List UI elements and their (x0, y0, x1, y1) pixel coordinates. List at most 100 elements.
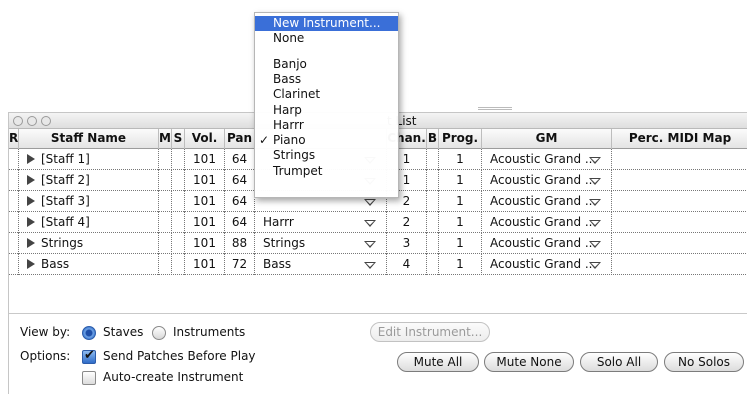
resize-grip[interactable] (478, 107, 512, 110)
cell-b[interactable] (427, 233, 439, 254)
menu-item[interactable]: Bass (255, 72, 398, 87)
cell-name: [Staff 2] (19, 170, 159, 191)
cell-r[interactable] (9, 233, 19, 254)
cell-gm[interactable]: Acoustic Grand ... (482, 149, 612, 170)
cell-instrument[interactable]: Strings (255, 233, 387, 254)
menu-item[interactable]: None (255, 31, 398, 46)
disclosure-triangle-icon[interactable] (27, 175, 35, 185)
cell-s[interactable] (172, 212, 185, 233)
col-gm[interactable]: GM (482, 129, 612, 149)
cell-r[interactable] (9, 191, 19, 212)
mute-none-button[interactable]: Mute None (484, 352, 574, 372)
dropdown-arrow-icon[interactable] (589, 241, 601, 248)
table-row[interactable]: [Staff 4] 101 64 Harrr 2 1 Acoustic Grand ... (9, 212, 747, 233)
col-perc-midi-map[interactable]: Perc. MIDI Map (612, 129, 747, 149)
cell-r[interactable] (9, 212, 19, 233)
menu-item[interactable]: Harrr (255, 118, 398, 133)
send-patches-checkbox[interactable] (82, 348, 96, 364)
cell-b[interactable] (427, 212, 439, 233)
cell-s[interactable] (172, 149, 185, 170)
minimize-icon[interactable] (27, 116, 37, 126)
dropdown-arrow-icon[interactable] (589, 199, 601, 206)
menu-item[interactable]: Clarinet (255, 87, 398, 102)
staves-label[interactable]: Staves (103, 325, 143, 339)
col-b[interactable]: B (427, 129, 439, 149)
cell-s[interactable] (172, 170, 185, 191)
menu-item-label: Harrr (273, 117, 304, 132)
col-pan[interactable]: Pan (225, 129, 255, 149)
pan-value: 88 (231, 236, 248, 250)
col-m[interactable]: M (159, 129, 172, 149)
col-r[interactable]: R (9, 129, 19, 149)
col-staff-name[interactable]: Staff Name (19, 129, 159, 149)
solo-all-button[interactable]: Solo All (580, 352, 658, 372)
cell-gm[interactable]: Acoustic Grand ... (482, 212, 612, 233)
menu-item[interactable]: Trumpet (255, 164, 398, 179)
menu-item-label: New Instrument... (273, 16, 381, 30)
menu-item[interactable]: Harp (255, 103, 398, 118)
dropdown-arrow-icon[interactable] (364, 262, 376, 269)
disclosure-triangle-icon[interactable] (27, 259, 35, 269)
instrument-popup-menu[interactable]: New Instrument... None Banjo Bass Clarinet Ha… (254, 12, 399, 198)
menu-item[interactable]: Banjo (255, 57, 398, 72)
table-row[interactable]: Bass 101 72 Bass 4 1 Acoustic Grand ... (9, 254, 747, 275)
menu-item[interactable]: Strings (255, 148, 398, 163)
cell-b[interactable] (427, 170, 439, 191)
cell-gm[interactable]: Acoustic Grand ... (482, 254, 612, 275)
pan-value: 64 (231, 152, 248, 166)
menu-item[interactable]: New Instrument... (255, 16, 398, 31)
cell-m[interactable] (159, 212, 172, 233)
cell-s[interactable] (172, 254, 185, 275)
cell-vol: 101 (185, 254, 225, 275)
name-value: [Staff 4] (41, 215, 90, 229)
mute-all-button[interactable]: Mute All (397, 352, 479, 372)
dropdown-arrow-icon[interactable] (364, 220, 376, 227)
cell-b[interactable] (427, 191, 439, 212)
close-icon[interactable] (13, 116, 23, 126)
no-solos-button[interactable]: No Solos (664, 352, 744, 372)
zoom-icon[interactable] (41, 116, 51, 126)
chan-value: 1 (402, 152, 411, 166)
cell-perc (612, 149, 747, 170)
cell-r[interactable] (9, 254, 19, 275)
cell-m[interactable] (159, 233, 172, 254)
dropdown-arrow-icon[interactable] (589, 220, 601, 227)
edit-instrument-button[interactable]: Edit Instrument... (370, 322, 490, 342)
instruments-radio[interactable] (152, 326, 166, 340)
auto-create-label[interactable]: Auto-create Instrument (103, 370, 243, 384)
disclosure-triangle-icon[interactable] (27, 217, 35, 227)
disclosure-triangle-icon[interactable] (27, 154, 35, 164)
cell-m[interactable] (159, 149, 172, 170)
menu-item[interactable]: ✓ Piano (255, 133, 398, 148)
cell-b[interactable] (427, 254, 439, 275)
cell-m[interactable] (159, 254, 172, 275)
cell-s[interactable] (172, 233, 185, 254)
disclosure-triangle-icon[interactable] (27, 196, 35, 206)
cell-instrument[interactable]: Bass (255, 254, 387, 275)
cell-gm[interactable]: Acoustic Grand ... (482, 191, 612, 212)
cell-r[interactable] (9, 170, 19, 191)
col-prog[interactable]: Prog. (439, 129, 482, 149)
dropdown-arrow-icon[interactable] (364, 199, 376, 206)
instruments-label[interactable]: Instruments (173, 325, 245, 339)
table-row[interactable]: Strings 101 88 Strings 3 1 Acoustic Grand ... (9, 233, 747, 254)
cell-m[interactable] (159, 170, 172, 191)
staves-radio[interactable] (82, 326, 96, 340)
dropdown-arrow-icon[interactable] (589, 262, 601, 269)
auto-create-checkbox[interactable] (82, 371, 96, 385)
dropdown-arrow-icon[interactable] (589, 178, 601, 185)
send-patches-label[interactable]: Send Patches Before Play (103, 349, 256, 363)
disclosure-triangle-icon[interactable] (27, 238, 35, 248)
dropdown-arrow-icon[interactable] (364, 241, 376, 248)
cell-s[interactable] (172, 191, 185, 212)
dropdown-arrow-icon[interactable] (589, 157, 601, 164)
cell-m[interactable] (159, 191, 172, 212)
cell-perc (612, 170, 747, 191)
cell-r[interactable] (9, 149, 19, 170)
cell-gm[interactable]: Acoustic Grand ... (482, 233, 612, 254)
col-vol[interactable]: Vol. (185, 129, 225, 149)
cell-gm[interactable]: Acoustic Grand ... (482, 170, 612, 191)
cell-b[interactable] (427, 149, 439, 170)
cell-instrument[interactable]: Harrr (255, 212, 387, 233)
col-s[interactable]: S (172, 129, 185, 149)
